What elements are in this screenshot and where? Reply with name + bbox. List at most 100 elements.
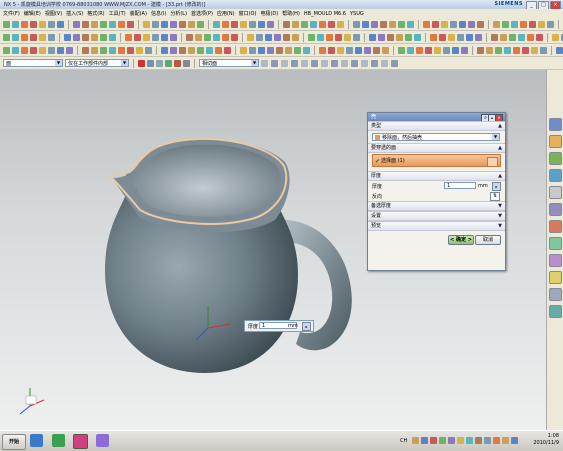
app-icon-1[interactable] (30, 434, 43, 447)
feature-tool-icon[interactable] (466, 33, 473, 41)
view-tool-icon[interactable] (206, 46, 213, 54)
feature-tool-icon[interactable] (186, 33, 193, 41)
view-tool-icon[interactable] (188, 46, 195, 54)
nx-app-icon[interactable] (73, 434, 88, 449)
chevron-right-icon[interactable]: ▸ (492, 182, 501, 191)
view-tool-icon[interactable] (197, 46, 204, 54)
snap-point-icon[interactable] (321, 59, 328, 67)
standard-tool-icon[interactable] (249, 20, 256, 28)
feature-tool-icon[interactable] (125, 33, 132, 41)
feature-tool-icon[interactable] (378, 33, 385, 41)
feature-tool-icon[interactable] (283, 33, 290, 41)
feature-tool-icon[interactable] (39, 33, 46, 41)
feature-tool-icon[interactable] (475, 33, 482, 41)
snap-point-icon[interactable] (281, 59, 288, 67)
standard-tool-icon[interactable] (353, 20, 360, 28)
manufacturing-wizards-icon[interactable] (548, 254, 562, 267)
view-tool-icon[interactable] (57, 46, 64, 54)
feature-tool-icon[interactable] (509, 33, 516, 41)
feature-tool-icon[interactable] (353, 33, 360, 41)
tray-icon[interactable] (457, 437, 464, 444)
view-tool-icon[interactable] (66, 46, 73, 54)
standard-tool-icon[interactable] (538, 20, 545, 28)
assembly-navigator-icon[interactable] (548, 118, 562, 131)
view-tool-icon[interactable] (355, 46, 362, 54)
menu-assemblies[interactable]: 装配(A) (130, 10, 147, 17)
feature-tool-icon[interactable] (518, 33, 525, 41)
standard-tool-icon[interactable] (502, 20, 509, 28)
view-tool-icon[interactable] (407, 46, 414, 54)
select-mode-icon[interactable] (165, 59, 172, 67)
chevron-right-icon[interactable]: ▸ (302, 322, 311, 331)
view-tool-icon[interactable] (91, 46, 98, 54)
shell-type-dropdown[interactable]: 移除面，然后抽壳 ▼ (372, 133, 500, 141)
tray-icon[interactable] (511, 437, 518, 444)
menu-preferences[interactable]: 首选项(P) (191, 10, 213, 17)
section-type[interactable]: 类型 ▲ (368, 121, 505, 131)
standard-tool-icon[interactable] (213, 20, 220, 28)
section-preview[interactable]: 预览 ▼ (368, 221, 505, 231)
standard-tool-icon[interactable] (170, 20, 177, 28)
view-tool-icon[interactable] (109, 46, 116, 54)
feature-tool-icon[interactable] (500, 33, 507, 41)
standard-tool-icon[interactable] (179, 20, 186, 28)
standard-tool-icon[interactable] (197, 20, 204, 28)
feature-tool-icon[interactable] (143, 33, 150, 41)
feature-tool-icon[interactable] (552, 33, 559, 41)
view-tool-icon[interactable] (82, 46, 89, 54)
feature-tool-icon[interactable] (274, 33, 281, 41)
selection-scope-dropdown[interactable]: 仅在工作部件内部 ▼ (65, 59, 129, 67)
view-tool-icon[interactable] (145, 46, 152, 54)
start-button[interactable]: 开始 (2, 434, 26, 450)
standard-tool-icon[interactable] (477, 20, 484, 28)
view-tool-icon[interactable] (443, 46, 450, 54)
clock[interactable]: 1:08 2010/11/9 (533, 433, 559, 447)
view-tool-icon[interactable] (373, 46, 380, 54)
menu-hb-mould[interactable]: HB_MOULD M6.6 (304, 11, 346, 17)
menu-electrode[interactable]: 电极(D) (260, 10, 278, 17)
feature-tool-icon[interactable] (317, 33, 324, 41)
view-tool-icon[interactable] (224, 46, 231, 54)
ok-button[interactable]: < 确定 > (448, 235, 474, 245)
view-tool-icon[interactable] (495, 46, 502, 54)
feature-tool-icon[interactable] (12, 33, 19, 41)
tray-icon[interactable] (502, 437, 509, 444)
view-tool-icon[interactable] (161, 46, 168, 54)
view-tool-icon[interactable] (434, 46, 441, 54)
standard-tool-icon[interactable] (520, 20, 527, 28)
view-tool-icon[interactable] (452, 46, 459, 54)
standard-tool-icon[interactable] (547, 20, 554, 28)
view-tool-icon[interactable] (303, 46, 310, 54)
feature-tool-icon[interactable] (91, 33, 98, 41)
snap-point-icon[interactable] (341, 59, 348, 67)
standard-tool-icon[interactable] (301, 20, 308, 28)
feature-tool-icon[interactable] (222, 33, 229, 41)
standard-tool-icon[interactable] (48, 20, 55, 28)
view-tool-icon[interactable] (21, 46, 28, 54)
feature-tool-icon[interactable] (247, 33, 254, 41)
tray-icon[interactable] (475, 437, 482, 444)
system-scenes-icon[interactable] (548, 288, 562, 301)
view-tool-icon[interactable] (267, 46, 274, 54)
view-tool-icon[interactable] (486, 46, 493, 54)
standard-tool-icon[interactable] (283, 20, 290, 28)
tray-icon[interactable] (430, 437, 437, 444)
standard-tool-icon[interactable] (109, 20, 116, 28)
view-tool-icon[interactable] (258, 46, 265, 54)
standard-tool-icon[interactable] (39, 20, 46, 28)
view-tool-icon[interactable] (249, 46, 256, 54)
face-rule-dropdown[interactable]: 相切面 ▼ (199, 59, 259, 67)
feature-tool-icon[interactable] (100, 33, 107, 41)
view-tool-icon[interactable] (461, 46, 468, 54)
section-faces[interactable]: 要穿透的面 ▲ (368, 143, 505, 153)
language-indicator[interactable]: CH (400, 438, 407, 444)
view-tool-icon[interactable] (170, 46, 177, 54)
menu-analysis[interactable]: 分析(L) (170, 10, 187, 17)
view-tool-icon[interactable] (328, 46, 335, 54)
standard-tool-icon[interactable] (161, 20, 168, 28)
feature-tool-icon[interactable] (396, 33, 403, 41)
standard-tool-icon[interactable] (100, 20, 107, 28)
standard-tool-icon[interactable] (240, 20, 247, 28)
tray-icon[interactable] (448, 437, 455, 444)
snap-point-icon[interactable] (291, 59, 298, 67)
